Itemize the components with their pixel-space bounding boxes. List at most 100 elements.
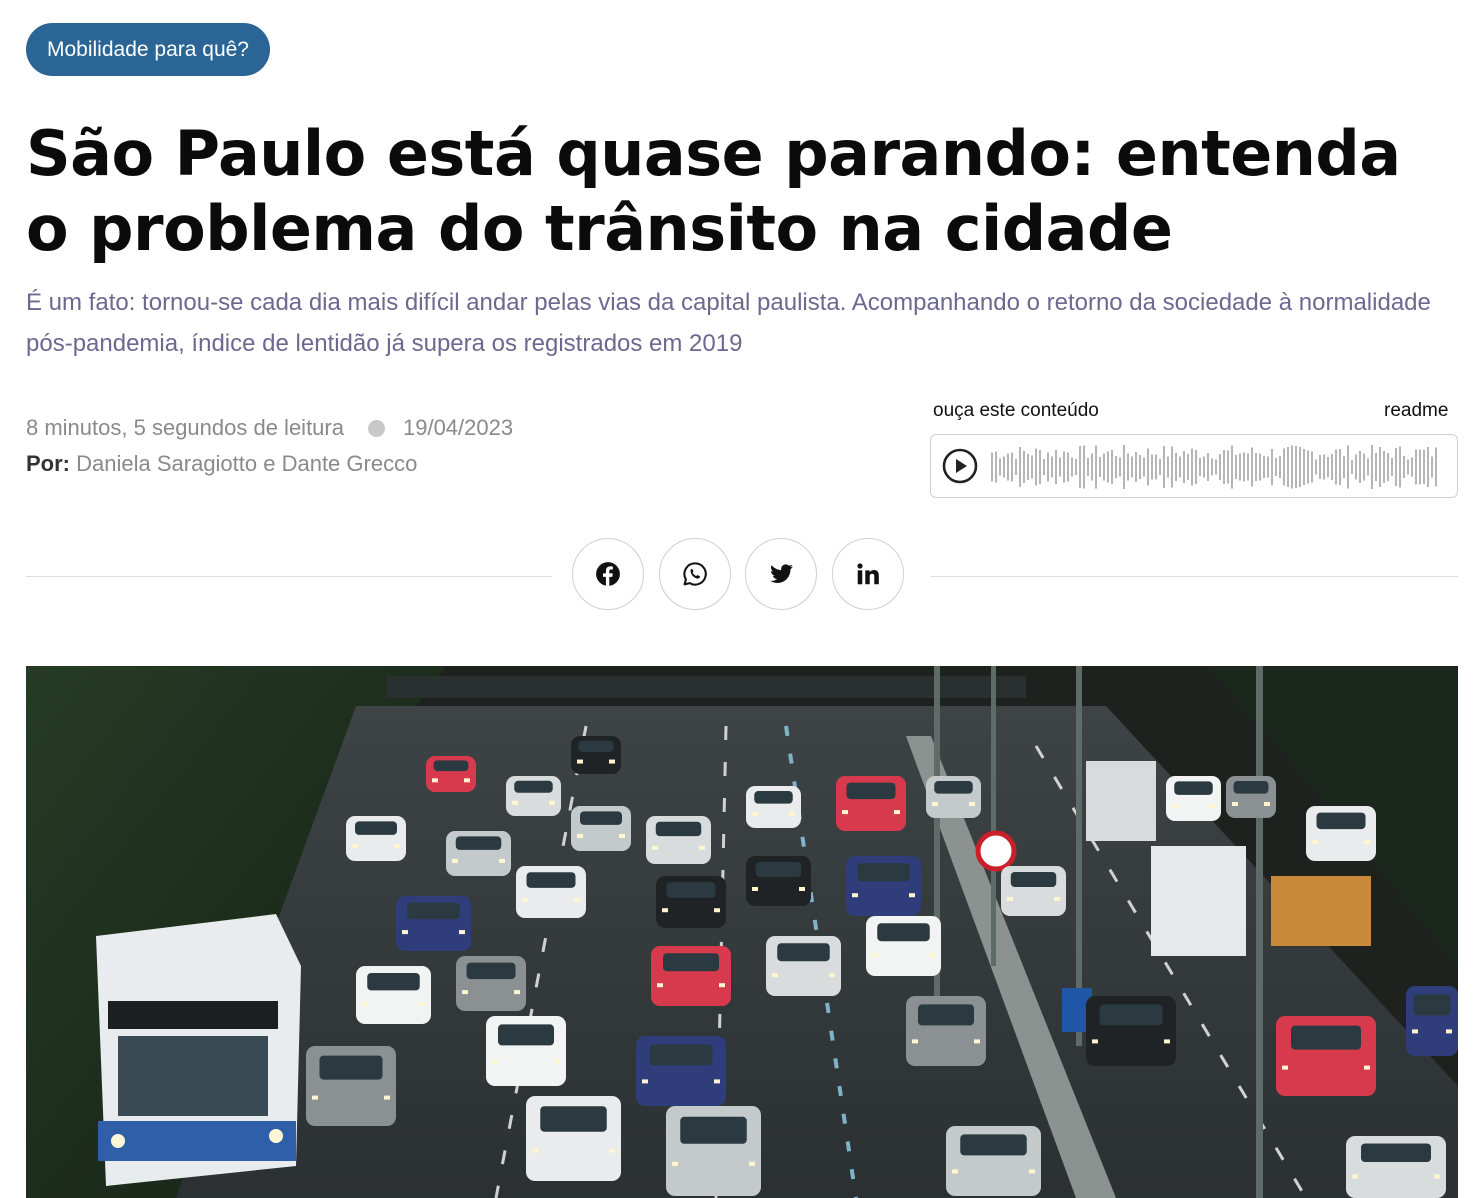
waveform-bar [1391,458,1393,476]
car-headlight [1007,897,1013,901]
car-headlight [1412,1029,1418,1034]
waveform-bar [1319,455,1321,479]
waveform-bar [1023,451,1025,483]
car-headlight [1364,840,1370,845]
waveform-bar [1323,454,1325,480]
car-headlight [1364,1065,1370,1070]
waveform-bar [1303,449,1305,485]
waveform-bar [1183,451,1185,483]
waveform-bar [1435,447,1437,487]
waveform-bar [1399,446,1401,488]
waveform-bar [1379,447,1381,487]
car-headlight [462,990,468,995]
car-headlight [929,953,935,958]
waveform-bar [1255,453,1257,481]
waveform-bar [1383,451,1385,483]
waveform-bar [1015,459,1017,475]
waveform-bar [1355,454,1357,480]
article-title: São Paulo está quase parando: entenda o … [26,117,1401,265]
car-headlight [1434,1174,1440,1179]
waveform-bar [1307,450,1309,484]
car-window [1316,812,1366,830]
category-tag[interactable]: Mobilidade para quê? [26,23,270,76]
waveform-bar [1327,457,1329,477]
car-headlight [714,908,720,913]
car-window [1099,1004,1163,1026]
play-circle-icon[interactable] [942,448,978,484]
waveform-bar [1271,449,1273,485]
car-window [680,1116,747,1144]
car-headlight [402,930,408,935]
car-headlight [512,800,518,805]
car-window [655,821,702,837]
car-headlight [522,898,528,903]
waveform-bar [1423,450,1425,484]
waveform-bar [1371,445,1373,489]
car-headlight [459,930,465,935]
car-window [754,791,793,804]
car-headlight [749,1161,755,1166]
car-window [433,760,469,772]
audio-waveform[interactable] [991,444,1439,490]
car-window [578,740,614,752]
car-headlight [699,845,705,850]
article-meta: 8 minutos, 5 segundos de leitura 19/04/2… [26,415,513,441]
waveform-bar [1151,454,1153,480]
car-headlight [532,1148,538,1153]
waveform-bar [995,451,997,483]
waveform-bar [1375,453,1377,481]
waveform-bar [1195,450,1197,484]
waveform-bar [1103,453,1105,481]
waveform-bar [1051,456,1053,478]
share-linkedin-button[interactable] [832,538,904,610]
linkedin-icon [857,563,879,585]
waveform-bar [1311,451,1313,483]
car-window [407,902,460,920]
car-window [918,1004,974,1026]
car-window [1174,781,1213,795]
waveform-bar [1099,457,1101,477]
waveform-bar [1091,453,1093,481]
car-headlight [514,990,520,995]
share-facebook-button[interactable] [572,538,644,610]
car-headlight [1264,802,1270,807]
waveform-bar [1275,458,1277,476]
car-headlight [642,1079,648,1084]
waveform-bar [1155,454,1157,480]
waveform-bar [1179,456,1181,478]
car-window [934,781,973,794]
waveform-bar [1107,451,1109,483]
car-headlight [799,887,805,891]
waveform-bar [1403,456,1405,478]
car-window [777,943,830,962]
car-headlight [894,810,900,815]
car-headlight [312,1095,318,1100]
car-window [649,1044,713,1066]
waveform-bar [1067,452,1069,482]
waveform-bar [1263,456,1265,478]
car-window [1361,1143,1431,1163]
waveform-bar [1043,459,1045,475]
share-divider-right [931,576,1458,577]
car-headlight [549,800,555,805]
waveform-bar [1251,447,1253,487]
waveform-bar [1139,455,1141,479]
waveform-bar [1207,453,1209,481]
share-twitter-button[interactable] [745,538,817,610]
waveform-bar [1119,457,1121,477]
car-window [1233,781,1269,794]
waveform-bar [1243,452,1245,482]
car-headlight [1232,802,1238,807]
car-headlight [714,1079,720,1084]
waveform-bar [1031,455,1033,479]
waveform-bar [1215,459,1217,475]
car-headlight [912,1039,918,1044]
car-headlight [452,858,458,863]
car-headlight [619,833,625,838]
waveform-bar [1019,447,1021,487]
waveform-bar [1415,449,1417,485]
waveform-bar [1203,456,1205,478]
waveform-bar [1411,457,1413,477]
car-window [666,882,716,898]
share-whatsapp-button[interactable] [659,538,731,610]
